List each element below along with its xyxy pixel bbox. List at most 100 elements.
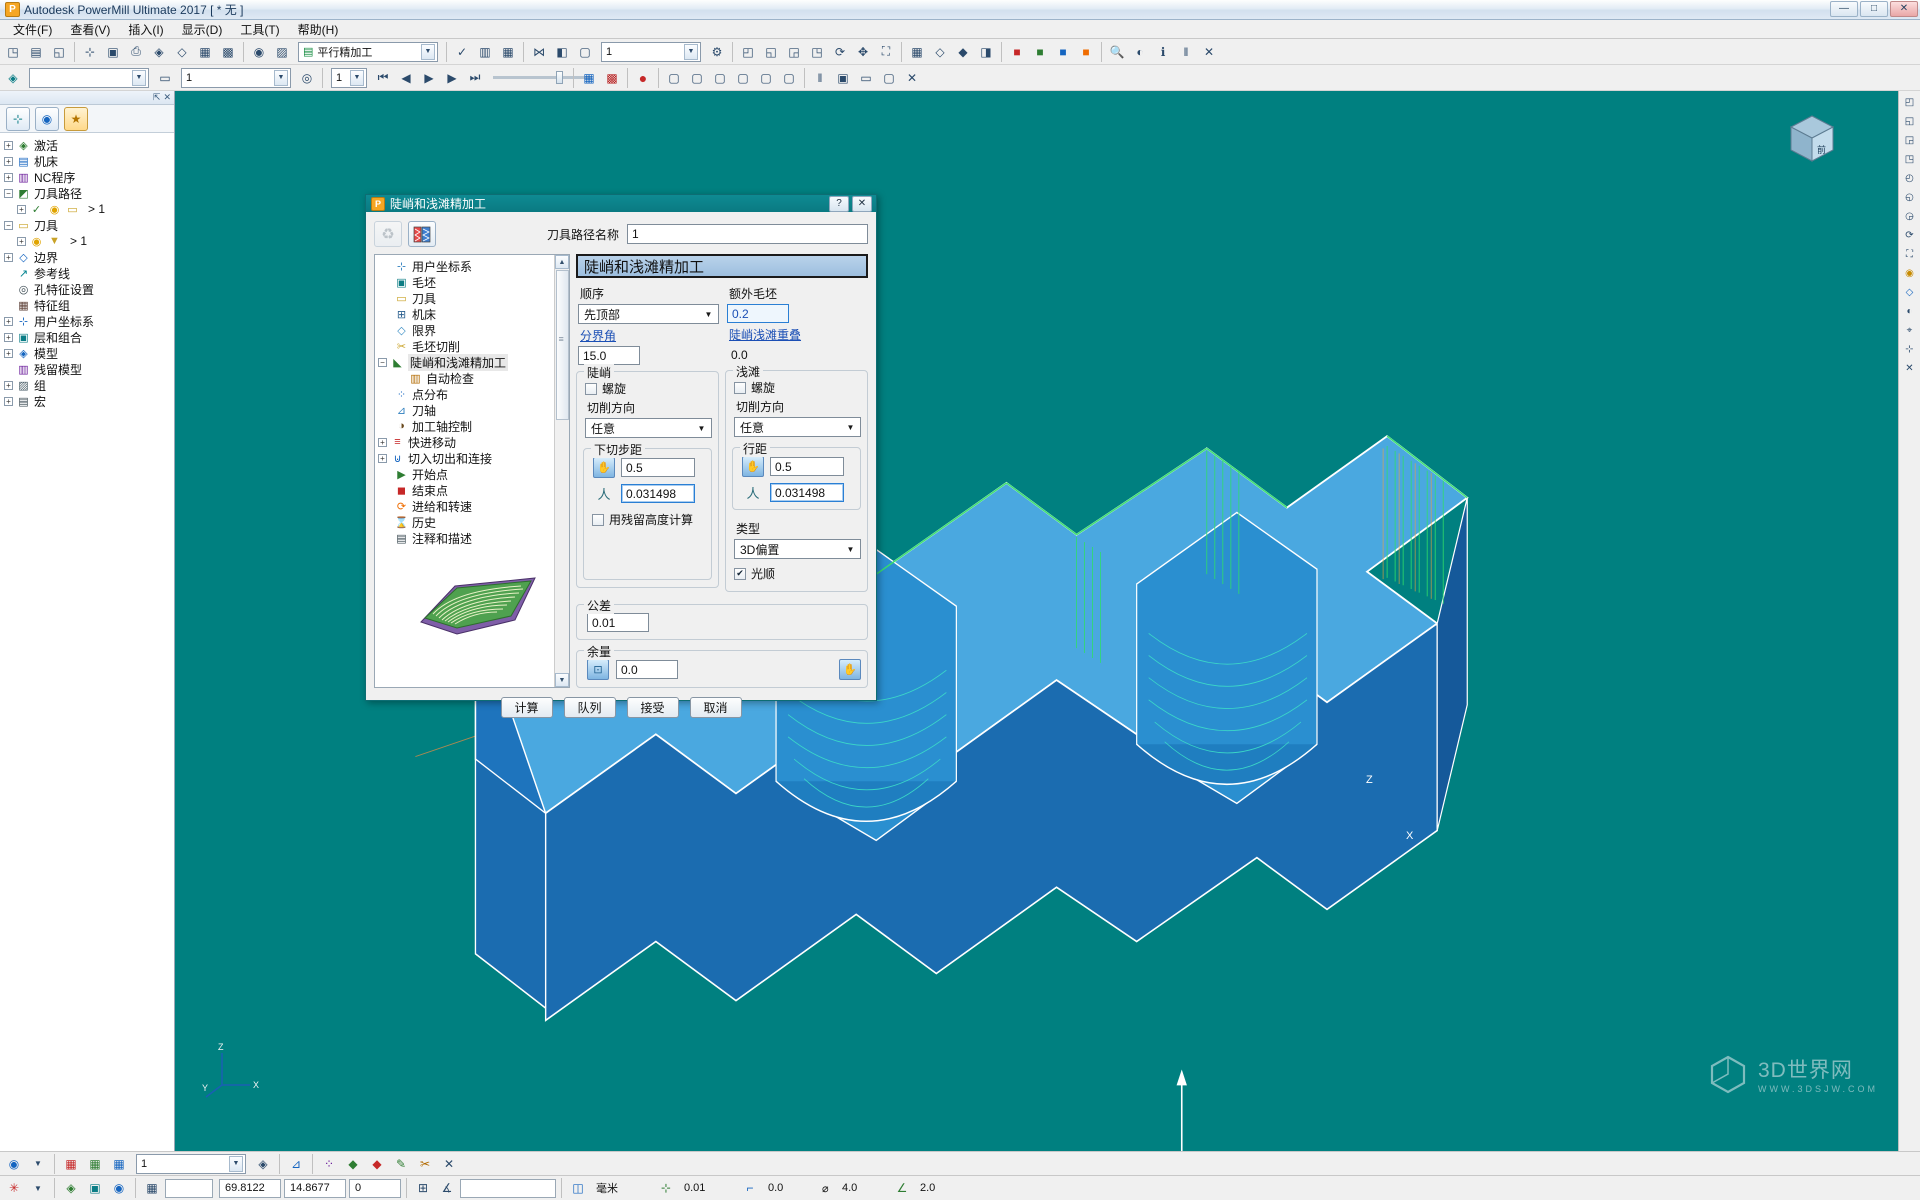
zoom-in-icon[interactable]: 🔍 <box>1106 41 1128 63</box>
toolpath-name-input[interactable]: 1 <box>627 224 868 244</box>
steep-cut-direction-select[interactable]: 任意 ▼ <box>585 418 712 438</box>
expand-icon[interactable]: + <box>4 332 13 342</box>
thickness-input[interactable]: 0.0 <box>616 660 678 679</box>
maximize-button[interactable]: □ <box>1860 1 1888 17</box>
collapse-icon[interactable]: − <box>378 357 387 367</box>
cancel-button[interactable]: 取消 <box>689 697 742 718</box>
shallow-type-select[interactable]: 3D偏置 ▼ <box>734 539 861 559</box>
tree-item-levels[interactable]: + ▣ 层和组合 <box>4 329 174 345</box>
mirror-icon[interactable]: ◧ <box>551 41 573 63</box>
shade-toggle-icon[interactable]: ◉ <box>1901 264 1919 282</box>
order-select[interactable]: 先顶部 ▼ <box>578 304 719 324</box>
menu-display[interactable]: 显示(D) <box>173 20 232 39</box>
reset-icon[interactable]: ▢ <box>878 67 900 89</box>
sb-globe-icon[interactable]: ◉ <box>108 1177 130 1199</box>
shadow-icon[interactable]: ◐ <box>1129 41 1151 63</box>
view4-icon[interactable]: ▢ <box>732 67 754 89</box>
menu-file[interactable]: 文件(F) <box>4 20 61 39</box>
copy-icon[interactable]: ▢ <box>574 41 596 63</box>
calc-icon[interactable]: ▦ <box>497 41 519 63</box>
pattern-small-icon[interactable]: ⁘ <box>318 1153 340 1175</box>
calculate-button[interactable]: 计算 <box>500 697 553 718</box>
user-icon[interactable]: ◉ <box>3 1153 25 1175</box>
dialog-tree-item-end-point[interactable]: ◼ 结束点 <box>378 482 554 498</box>
angle-snap-icon[interactable]: ∡ <box>436 1177 458 1199</box>
steep-spiral-checkbox[interactable] <box>585 382 597 395</box>
angle-icon[interactable]: ∠ <box>891 1177 913 1199</box>
tree-item-macro[interactable]: + ▤ 宏 <box>4 393 174 409</box>
dialog-tree-item-axis-control[interactable]: ◑ 加工轴控制 <box>378 418 554 434</box>
tool-axis-small-icon[interactable]: ⊿ <box>285 1153 307 1175</box>
target-icon[interactable]: ◎ <box>296 67 318 89</box>
minimize-button[interactable]: — <box>1830 1 1858 17</box>
stepdown-input[interactable]: 0.5 <box>621 458 695 477</box>
units-icon[interactable]: ◫ <box>567 1177 589 1199</box>
tree-item-toolpath[interactable]: − ◩ 刀具路径 <box>4 185 174 201</box>
zoom-fit-icon[interactable]: ⛶ <box>875 41 897 63</box>
dialog-tree-item-steep-shallow[interactable]: − ◣ 陡峭和浅滩精加工 <box>378 353 554 371</box>
record-icon[interactable]: ● <box>632 67 654 89</box>
threshold-angle-input[interactable]: 15.0 <box>578 346 640 365</box>
simulation-slider[interactable] <box>493 71 592 85</box>
view5-icon[interactable]: ▢ <box>755 67 777 89</box>
command-input[interactable] <box>460 1178 556 1198</box>
thickness-icon[interactable]: ⌐ <box>739 1177 761 1199</box>
dialog-tree-item-rapid-move[interactable]: + ≡ 快进移动 <box>378 434 554 450</box>
accept-button[interactable]: 接受 <box>626 697 679 718</box>
dialog-tree-item-limit[interactable]: ◇ 限界 <box>378 322 554 338</box>
tree-item-machine[interactable]: + ▤ 机床 <box>4 153 174 169</box>
dialog-tree-item-history[interactable]: ⌛ 历史 <box>378 514 554 530</box>
scroll-down-icon[interactable]: ▼ <box>555 673 569 687</box>
chevron-down-icon[interactable]: ▼ <box>274 69 288 86</box>
view-iso-icon[interactable]: ◰ <box>1901 93 1919 111</box>
hand-lock-button-2[interactable]: ✋ <box>742 456 764 477</box>
view-small-icon[interactable]: ◈ <box>252 1153 274 1175</box>
view-top-icon[interactable]: ◱ <box>760 41 782 63</box>
menu-tools[interactable]: 工具(T) <box>231 20 288 39</box>
explorer-pin-icon[interactable]: ⇱ <box>153 92 161 103</box>
rotate-view-icon[interactable]: ⟳ <box>1901 226 1919 244</box>
expand-icon[interactable]: + <box>378 437 387 447</box>
sb-model-icon[interactable]: ◈ <box>60 1177 82 1199</box>
marker-green-icon[interactable]: ◆ <box>342 1153 364 1175</box>
clipboard-icon[interactable]: ⎙ <box>125 41 147 63</box>
tool-small-icon[interactable]: ▭ <box>154 67 176 89</box>
pan-icon[interactable]: ✥ <box>852 41 874 63</box>
layer2-icon[interactable]: ▦ <box>84 1153 106 1175</box>
menu-insert[interactable]: 插入(I) <box>119 20 172 39</box>
marker-red-icon[interactable]: ◆ <box>366 1153 388 1175</box>
tree-item-pattern[interactable]: ↗ 参考线 <box>4 265 174 281</box>
view-side-icon[interactable]: ◳ <box>806 41 828 63</box>
collapse-icon[interactable]: − <box>4 220 13 230</box>
tree-item-feature-group[interactable]: ▦ 特征组 <box>4 297 174 313</box>
expand-icon[interactable]: + <box>17 204 26 214</box>
dialog-tree-item-block-cut[interactable]: ✂ 毛坯切削 <box>378 338 554 354</box>
queue-button[interactable]: 队列 <box>563 697 616 718</box>
play-icon[interactable]: ▶ <box>418 67 440 89</box>
measure-icon[interactable]: ⊹ <box>79 41 101 63</box>
chevron-down-icon[interactable]: ▼ <box>27 1177 49 1199</box>
chevron-down-icon[interactable]: ▼ <box>684 43 698 60</box>
view3-icon[interactable]: ▢ <box>709 67 731 89</box>
wireframe-icon[interactable]: ◇ <box>929 41 951 63</box>
chevron-down-icon[interactable]: ▼ <box>701 305 716 323</box>
origin-icon[interactable]: ✳ <box>3 1177 25 1199</box>
pencil-icon[interactable]: ✎ <box>390 1153 412 1175</box>
transform-icon[interactable]: ⋈ <box>528 41 550 63</box>
info-icon[interactable]: ℹ <box>1152 41 1174 63</box>
bottom-level-combo[interactable]: 1 ▼ <box>136 1153 246 1174</box>
menu-view[interactable]: 查看(V) <box>61 20 119 39</box>
explorer-close-icon[interactable]: ✕ <box>163 92 171 103</box>
shallow-spiral-row[interactable]: 螺旋 <box>734 379 861 396</box>
sim-tool-icon[interactable]: ▩ <box>601 67 623 89</box>
tolerance-icon[interactable]: ⊹ <box>655 1177 677 1199</box>
thickness-lock-button[interactable]: ⊡ <box>587 659 609 680</box>
view-front-icon[interactable]: ◲ <box>1901 131 1919 149</box>
cancel-sim-icon[interactable]: ✕ <box>901 67 923 89</box>
stepdown-second-input[interactable]: 0.031498 <box>621 484 695 503</box>
transparency-icon[interactable]: ◐ <box>1901 302 1919 320</box>
view-front-icon[interactable]: ◲ <box>783 41 805 63</box>
help-button[interactable]: ? <box>829 195 849 212</box>
tab-explorer[interactable]: ⊹ <box>6 106 30 131</box>
smooth-checkbox[interactable]: ✔ <box>734 567 746 580</box>
